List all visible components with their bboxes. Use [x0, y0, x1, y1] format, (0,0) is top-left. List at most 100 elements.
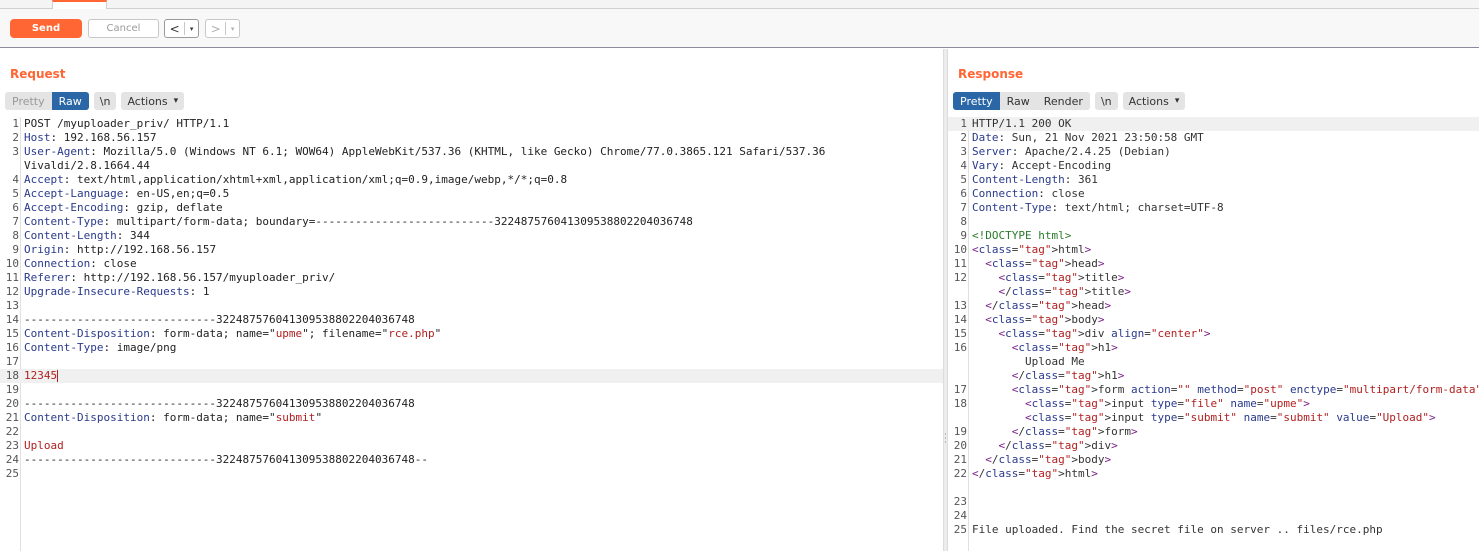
- line-text: <class="tag">input type="file" name="upm…: [1024, 397, 1310, 410]
- request-line[interactable]: 10 Connection: close: [0, 257, 943, 271]
- response-line[interactable]: 23: [948, 495, 1479, 509]
- request-line[interactable]: 7 Content-Type: multipart/form-data; boun…: [0, 215, 943, 229]
- response-line[interactable]: 25 File uploaded. Find the secret file on…: [948, 523, 1479, 537]
- response-line[interactable]: 22 </class="tag">html>: [948, 467, 1479, 481]
- header-value: : image/png: [103, 341, 177, 354]
- header-value: : close: [90, 257, 137, 270]
- request-line[interactable]: 17: [0, 355, 943, 369]
- request-line[interactable]: 18 12345: [0, 369, 943, 383]
- request-line[interactable]: 14 -----------------------------322487576…: [0, 313, 943, 327]
- request-line[interactable]: 11 Referer: http://192.168.56.157/myuploa…: [0, 271, 943, 285]
- response-line[interactable]: 16 <class="tag">h1>: [948, 341, 1479, 355]
- response-newline-toggle[interactable]: \n: [1094, 92, 1118, 110]
- drag-handle-icon[interactable]: · · ·: [944, 431, 947, 448]
- response-line[interactable]: 20 </class="tag">div>: [948, 439, 1479, 453]
- request-line[interactable]: 2 Host: 192.168.56.157: [0, 131, 943, 145]
- request-line[interactable]: 8 Content-Length: 344: [0, 229, 943, 243]
- request-line[interactable]: 24 -----------------------------322487576…: [0, 453, 943, 467]
- response-line[interactable]: 18 <class="tag">input type="file" name="…: [948, 397, 1479, 411]
- line-number: 23: [953, 495, 967, 508]
- request-line[interactable]: 25: [0, 467, 943, 481]
- line-number: 10: [5, 257, 19, 270]
- request-line[interactable]: 23 Upload: [0, 439, 943, 453]
- request-line[interactable]: 13: [0, 299, 943, 313]
- request-line[interactable]: 20 -----------------------------322487576…: [0, 397, 943, 411]
- response-line[interactable]: </class="tag">h1>: [948, 369, 1479, 383]
- line-text: <class="tag">body>: [985, 313, 1105, 326]
- line-number: 5: [960, 173, 967, 186]
- chevron-down-icon[interactable]: ▾: [185, 25, 198, 33]
- response-line[interactable]: 11 <class="tag">head>: [948, 257, 1479, 271]
- response-line[interactable]: [948, 481, 1479, 495]
- line-text: Upload Me: [972, 355, 1085, 368]
- response-line[interactable]: 12 <class="tag">title>: [948, 271, 1479, 285]
- tab-item[interactable]: [0, 0, 52, 9]
- line-text: Origin: http://192.168.56.157: [24, 243, 943, 257]
- tab-item[interactable]: [107, 0, 147, 9]
- request-newline-toggle[interactable]: \n: [93, 92, 117, 110]
- response-line[interactable]: 19 </class="tag">form>: [948, 425, 1479, 439]
- response-render-tab[interactable]: Render: [1037, 92, 1090, 110]
- header-name: Host: [24, 131, 51, 144]
- send-button[interactable]: Send: [10, 19, 82, 38]
- request-editor[interactable]: 1 POST /myuploader_priv/ HTTP/1.1 2 Host: 1…: [0, 117, 943, 551]
- response-line[interactable]: 7 Content-Type: text/html; charset=UTF-8: [948, 201, 1479, 215]
- cancel-button[interactable]: Cancel: [88, 19, 159, 38]
- line-text: Connection: close: [972, 187, 1085, 200]
- response-pretty-tab[interactable]: Pretty: [953, 92, 1000, 110]
- chevron-down-icon[interactable]: ▾: [226, 25, 239, 33]
- request-line[interactable]: 5 Accept-Language: en-US,en;q=0.5: [0, 187, 943, 201]
- line-text: -----------------------------32248757604…: [24, 397, 943, 411]
- response-line[interactable]: 17 <class="tag">form action="" method="p…: [948, 383, 1479, 397]
- line-number: 8: [12, 229, 19, 242]
- response-line[interactable]: 6 Connection: close: [948, 187, 1479, 201]
- chevron-down-icon: ▾: [1174, 96, 1180, 106]
- request-raw-tab[interactable]: Raw: [51, 92, 89, 110]
- request-line[interactable]: 16 Content-Type: image/png: [0, 341, 943, 355]
- request-line[interactable]: 22: [0, 425, 943, 439]
- response-line[interactable]: 3 Server: Apache/2.4.25 (Debian): [948, 145, 1479, 159]
- response-actions-menu[interactable]: Actions ▾: [1122, 92, 1186, 110]
- request-line[interactable]: 3 User-Agent: Mozilla/5.0 (Windows NT 6.1…: [0, 145, 943, 159]
- response-line[interactable]: 4 Vary: Accept-Encoding: [948, 159, 1479, 173]
- response-line[interactable]: 13 </class="tag">head>: [948, 299, 1479, 313]
- line-number: 9: [960, 229, 967, 242]
- history-forward-button[interactable]: > ▾: [205, 19, 240, 38]
- line-number: 12: [953, 271, 967, 284]
- tab-item-active[interactable]: [52, 0, 107, 9]
- request-line[interactable]: 15 Content-Disposition: form-data; name="…: [0, 327, 943, 341]
- response-line[interactable]: 1 HTTP/1.1 200 OK: [948, 117, 1479, 131]
- request-line[interactable]: 1 POST /myuploader_priv/ HTTP/1.1: [0, 117, 943, 131]
- response-line[interactable]: 14 <class="tag">body>: [948, 313, 1479, 327]
- request-line[interactable]: 19: [0, 383, 943, 397]
- line-text: Connection: close: [24, 257, 943, 271]
- line-number: 4: [960, 159, 967, 172]
- response-line[interactable]: 15 <class="tag">div align="center">: [948, 327, 1479, 341]
- response-line[interactable]: </class="tag">title>: [948, 285, 1479, 299]
- response-raw-tab[interactable]: Raw: [1000, 92, 1037, 110]
- request-line[interactable]: 4 Accept: text/html,application/xhtml+xml…: [0, 173, 943, 187]
- history-back-button[interactable]: < ▾: [164, 19, 199, 38]
- text-cursor: [57, 370, 59, 382]
- header-value: : text/html,application/xhtml+xml,applic…: [63, 173, 568, 186]
- request-pretty-tab[interactable]: Pretty: [5, 92, 52, 110]
- response-editor[interactable]: 1 HTTP/1.1 200 OK 2 Date: Sun, 21 Nov 2021 …: [948, 117, 1479, 551]
- response-line[interactable]: 24: [948, 509, 1479, 523]
- line-number: 17: [5, 355, 19, 368]
- request-actions-menu[interactable]: Actions ▾: [121, 92, 185, 110]
- response-line[interactable]: 9 <!DOCTYPE html>: [948, 229, 1479, 243]
- line-text: Upgrade-Insecure-Requests: 1: [24, 285, 943, 299]
- response-line[interactable]: 10 <class="tag">html>: [948, 243, 1479, 257]
- response-line[interactable]: Upload Me: [948, 355, 1479, 369]
- request-line[interactable]: 6 Accept-Encoding: gzip, deflate: [0, 201, 943, 215]
- response-line[interactable]: <class="tag">input type="submit" name="s…: [948, 411, 1479, 425]
- response-line[interactable]: 5 Content-Length: 361: [948, 173, 1479, 187]
- line-text: Content-Length: 361: [972, 173, 1098, 186]
- request-line[interactable]: 9 Origin: http://192.168.56.157: [0, 243, 943, 257]
- response-line[interactable]: 21 </class="tag">body>: [948, 453, 1479, 467]
- response-line[interactable]: 2 Date: Sun, 21 Nov 2021 23:50:58 GMT: [948, 131, 1479, 145]
- request-line[interactable]: 12 Upgrade-Insecure-Requests: 1: [0, 285, 943, 299]
- request-line[interactable]: 21 Content-Disposition: form-data; name="…: [0, 411, 943, 425]
- response-line[interactable]: 8: [948, 215, 1479, 229]
- request-line[interactable]: Vivaldi/2.8.1664.44: [0, 159, 943, 173]
